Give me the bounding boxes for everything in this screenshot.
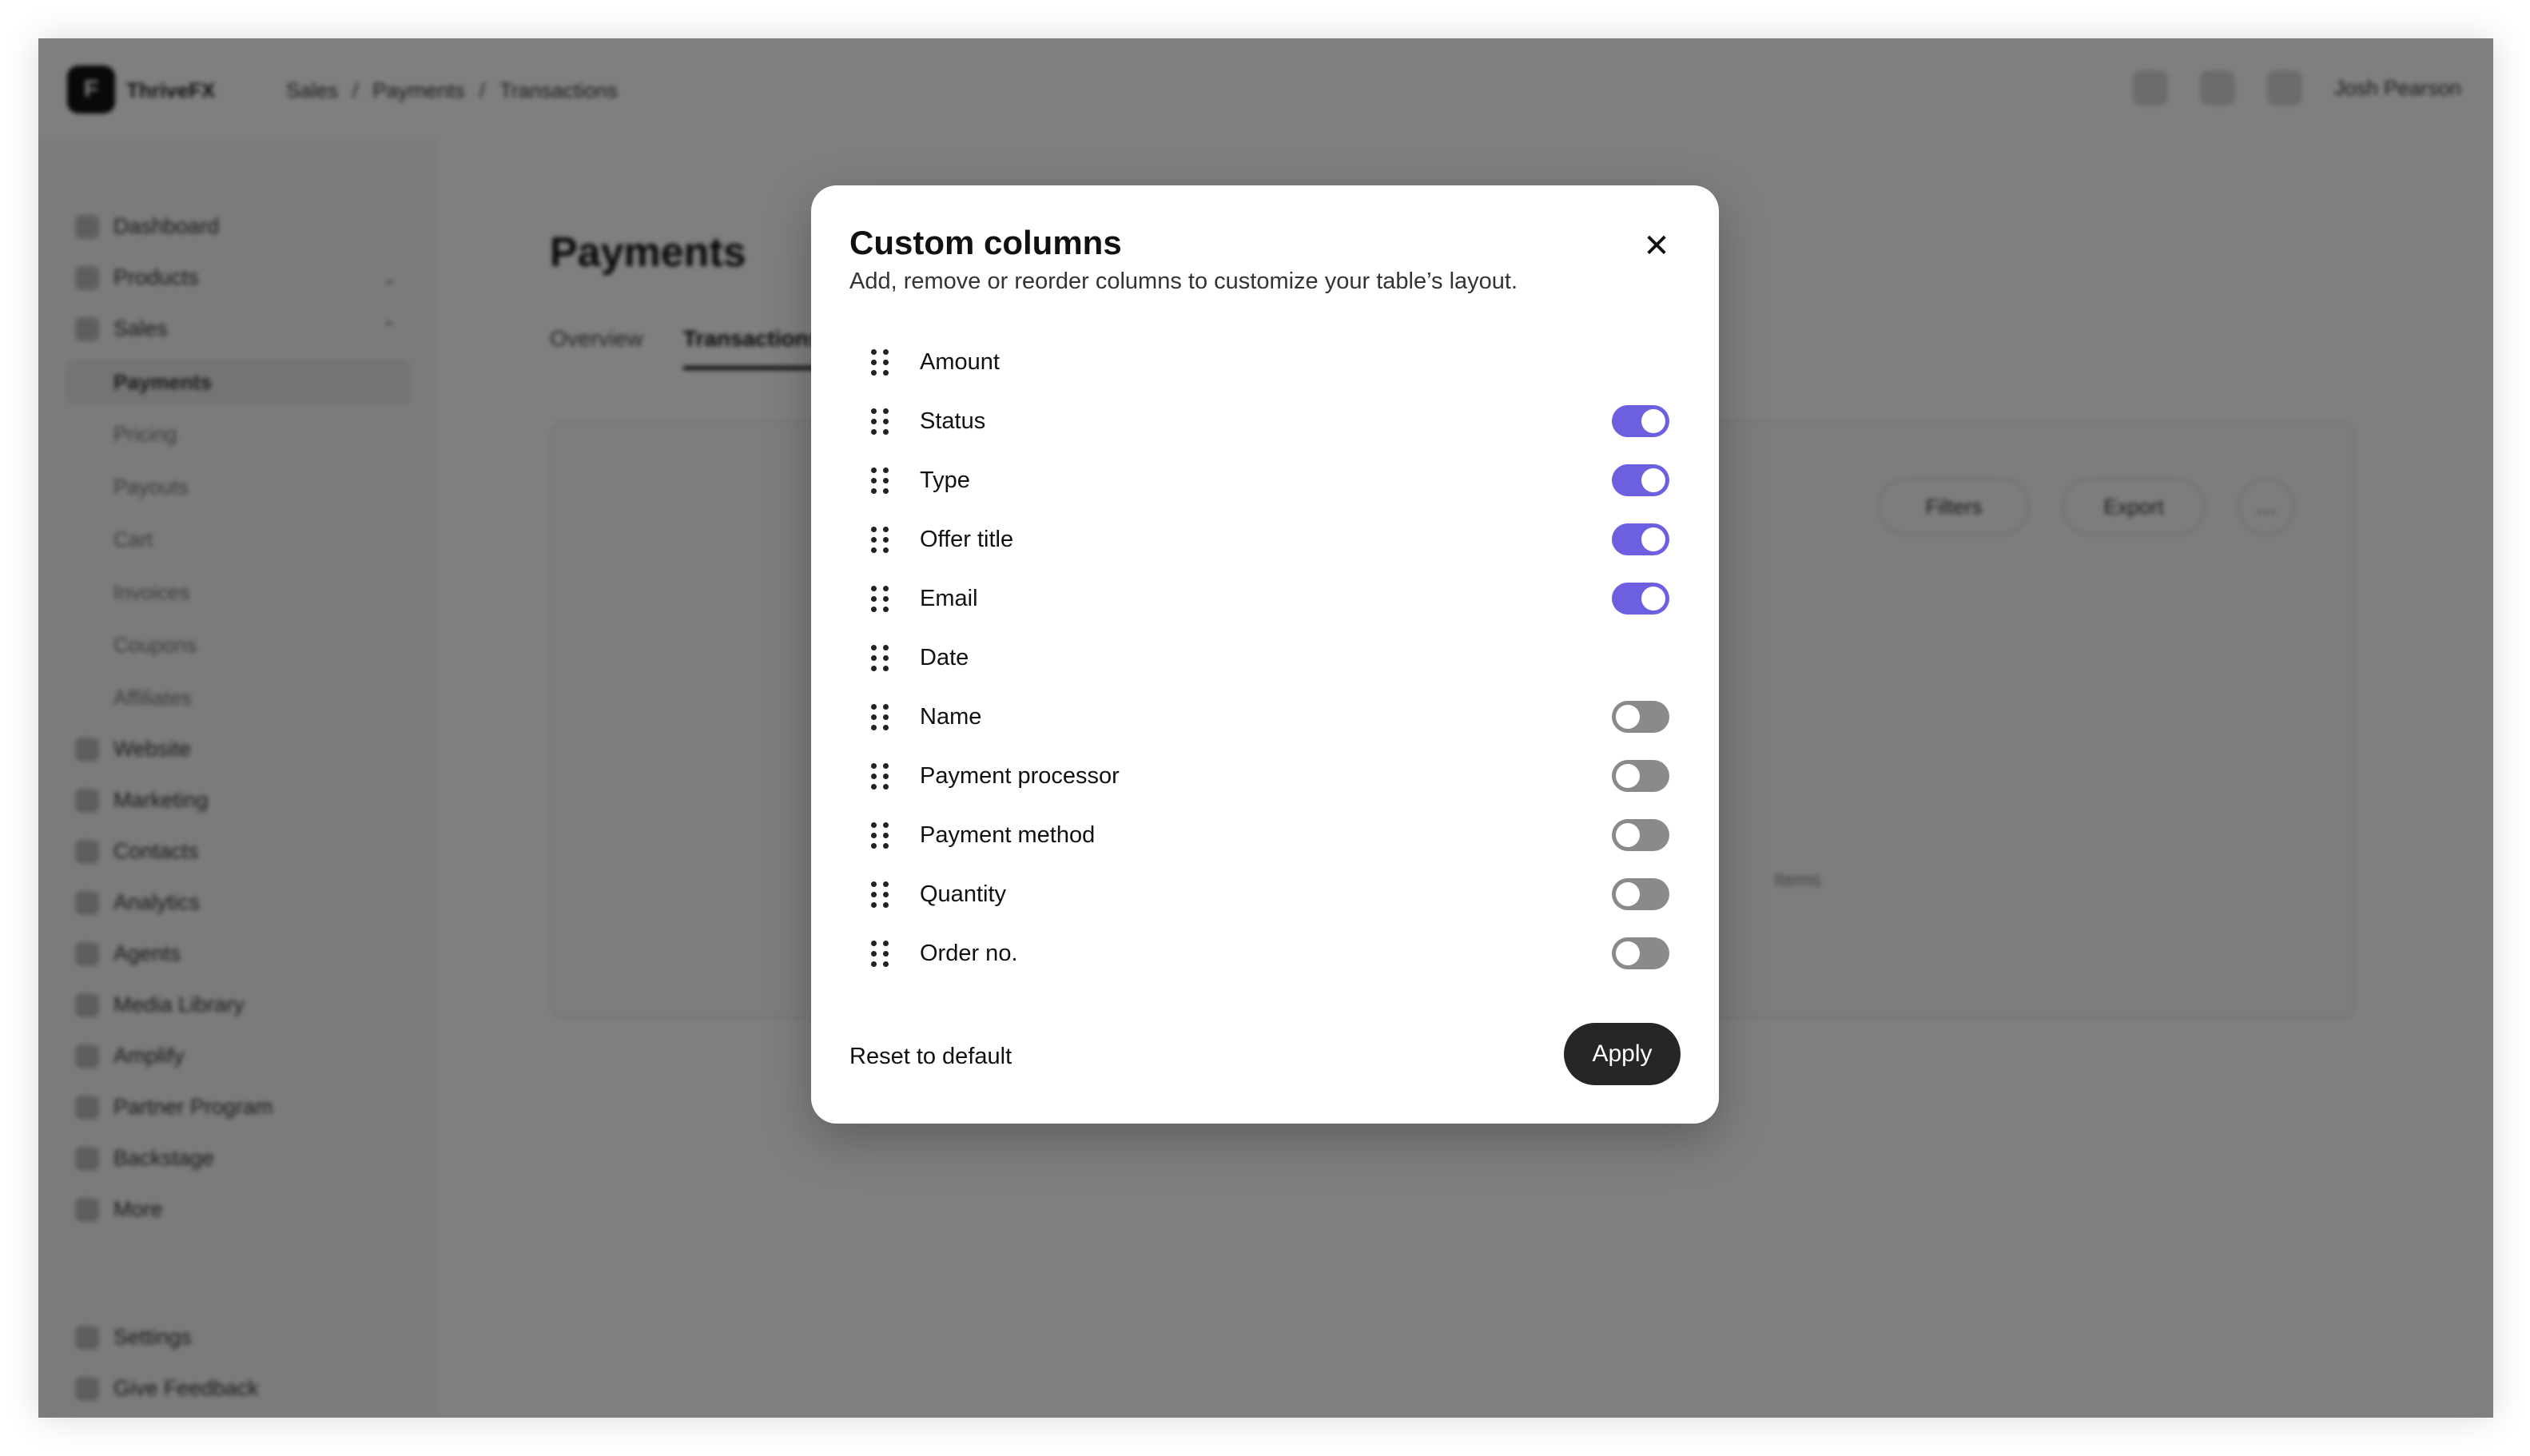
drag-handle-icon[interactable] — [864, 464, 896, 496]
column-row[interactable]: Offer title — [849, 510, 1681, 569]
column-visibility-toggle[interactable] — [1612, 701, 1669, 733]
drag-handle-icon[interactable] — [864, 346, 896, 378]
column-label: Payment method — [920, 821, 1096, 848]
column-label: Name — [920, 703, 982, 730]
column-label: Payment processor — [920, 762, 1120, 789]
column-label: Status — [920, 408, 986, 434]
dialog-title: Custom columns — [849, 224, 1122, 261]
toggle-knob — [1641, 527, 1665, 551]
drag-handle-icon[interactable] — [864, 583, 896, 615]
drag-handle-icon[interactable] — [864, 937, 896, 969]
column-row[interactable]: Amount — [849, 332, 1681, 392]
column-label: Amount — [920, 348, 1000, 375]
drag-handle-icon[interactable] — [864, 878, 896, 910]
toggle-knob — [1641, 587, 1665, 611]
close-icon[interactable]: ✕ — [1639, 229, 1674, 264]
drag-handle-icon[interactable] — [864, 701, 896, 733]
toggle-knob — [1616, 764, 1640, 788]
column-row[interactable]: Email — [849, 569, 1681, 628]
column-row[interactable]: Status — [849, 392, 1681, 451]
column-visibility-toggle[interactable] — [1612, 405, 1669, 437]
column-row[interactable]: Quantity — [849, 865, 1681, 924]
column-row[interactable]: Name — [849, 687, 1681, 746]
column-row[interactable]: Order no. — [849, 924, 1681, 983]
column-label: Order no. — [920, 940, 1018, 966]
column-visibility-toggle[interactable] — [1612, 878, 1669, 910]
column-row[interactable]: Date — [849, 628, 1681, 687]
column-visibility-toggle[interactable] — [1612, 583, 1669, 615]
column-row[interactable]: Payment method — [849, 806, 1681, 865]
apply-button[interactable]: Apply — [1564, 1023, 1681, 1085]
drag-handle-icon[interactable] — [864, 523, 896, 555]
toggle-knob — [1616, 705, 1640, 729]
reset-to-default-button[interactable]: Reset to default — [849, 1044, 1012, 1070]
dialog-subtitle: Add, remove or reorder columns to custom… — [849, 269, 1518, 294]
column-label: Offer title — [920, 526, 1014, 552]
column-label: Type — [920, 467, 970, 493]
drag-handle-icon[interactable] — [864, 405, 896, 437]
drag-handle-icon[interactable] — [864, 642, 896, 674]
column-visibility-toggle[interactable] — [1612, 819, 1669, 851]
column-visibility-toggle[interactable] — [1612, 760, 1669, 792]
toggle-knob — [1641, 409, 1665, 433]
column-label: Quantity — [920, 881, 1006, 907]
column-visibility-toggle[interactable] — [1612, 523, 1669, 555]
toggle-knob — [1616, 882, 1640, 906]
column-row[interactable]: Type — [849, 451, 1681, 510]
drag-handle-icon[interactable] — [864, 760, 896, 792]
drag-handle-icon[interactable] — [864, 819, 896, 851]
column-label: Date — [920, 644, 969, 670]
column-label: Email — [920, 585, 978, 611]
column-row[interactable]: Payment processor — [849, 746, 1681, 806]
column-visibility-toggle[interactable] — [1612, 464, 1669, 496]
column-visibility-toggle[interactable] — [1612, 937, 1669, 969]
column-list: Amount Status Type Offer title Email Date Name… — [849, 332, 1681, 983]
toggle-knob — [1616, 823, 1640, 847]
toggle-knob — [1641, 468, 1665, 492]
custom-columns-dialog: Custom columns Add, remove or reorder co… — [811, 185, 1719, 1124]
toggle-knob — [1616, 941, 1640, 965]
